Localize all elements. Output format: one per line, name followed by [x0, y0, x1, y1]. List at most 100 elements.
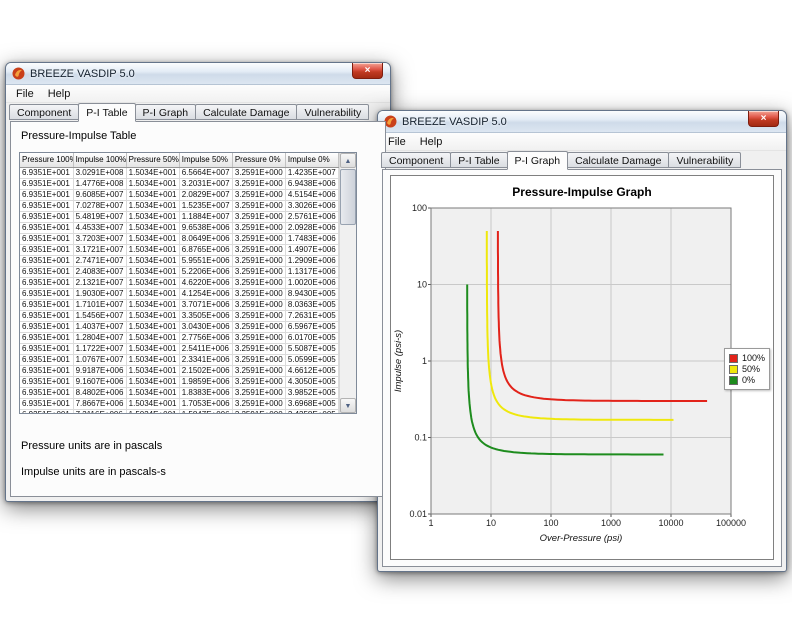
- table-cell: 1.5034E+001: [126, 343, 179, 354]
- table-row[interactable]: 6.9351E+0015.4819E+0071.5034E+0011.1884E…: [20, 211, 339, 222]
- table-cell: 1.8383E+006: [179, 387, 232, 398]
- tab-component[interactable]: Component: [381, 152, 451, 168]
- titlebar[interactable]: BREEZE VASDIP 5.0 ×: [6, 63, 390, 85]
- tab-vulnerability[interactable]: Vulnerability: [296, 104, 369, 120]
- table-cell: 2.0928E+006: [285, 222, 338, 233]
- tab-calculate-damage[interactable]: Calculate Damage: [195, 104, 297, 120]
- table-cell: 6.9351E+001: [20, 266, 73, 277]
- table-cell: 3.2591E+000: [232, 332, 285, 343]
- tab-p-i-graph[interactable]: P-I Graph: [135, 104, 197, 120]
- table-cell: 1.2909E+006: [285, 255, 338, 266]
- table-cell: 9.6538E+006: [179, 222, 232, 233]
- table-cell: 3.7071E+006: [179, 299, 232, 310]
- table-cell: 8.0363E+005: [285, 299, 338, 310]
- table-row[interactable]: 6.9351E+0017.3116E+0061.5034E+0011.5847E…: [20, 409, 339, 414]
- tab-p-i-graph[interactable]: P-I Graph: [507, 151, 569, 170]
- table-row[interactable]: 6.9351E+0019.1607E+0061.5034E+0011.9859E…: [20, 376, 339, 387]
- pi-data-grid[interactable]: Pressure 100%Impulse 100%Pressure 50%Imp…: [20, 153, 339, 414]
- table-row[interactable]: 6.9351E+0011.4776E+0081.5034E+0013.2031E…: [20, 178, 339, 189]
- window-title: BREEZE VASDIP 5.0: [402, 116, 507, 128]
- table-cell: 6.9351E+001: [20, 310, 73, 321]
- table-cell: 1.5034E+001: [126, 178, 179, 189]
- close-button[interactable]: ×: [352, 63, 383, 79]
- column-header[interactable]: Pressure 100%: [20, 153, 73, 167]
- chart-legend: 100%50%0%: [724, 348, 770, 390]
- tab-calculate-damage[interactable]: Calculate Damage: [567, 152, 669, 168]
- table-cell: 2.5761E+006: [285, 211, 338, 222]
- table-cell: 1.4037E+007: [73, 321, 126, 332]
- table-cell: 6.9351E+001: [20, 178, 73, 189]
- table-cell: 1.5034E+001: [126, 244, 179, 255]
- table-cell: 6.9351E+001: [20, 233, 73, 244]
- table-row[interactable]: 6.9351E+0017.0278E+0071.5034E+0011.5235E…: [20, 200, 339, 211]
- table-row[interactable]: 6.9351E+0013.7203E+0071.5034E+0018.0649E…: [20, 233, 339, 244]
- table-row[interactable]: 6.9351E+0011.1722E+0071.5034E+0012.5411E…: [20, 343, 339, 354]
- column-header[interactable]: Impulse 50%: [179, 153, 232, 167]
- table-row[interactable]: 6.9351E+0011.9030E+0071.5034E+0014.1254E…: [20, 288, 339, 299]
- table-row[interactable]: 6.9351E+0011.2804E+0071.5034E+0012.7756E…: [20, 332, 339, 343]
- titlebar[interactable]: BREEZE VASDIP 5.0 ×: [378, 111, 786, 133]
- x-tick-label: 1000: [601, 518, 621, 528]
- table-row[interactable]: 6.9351E+0011.5456E+0071.5034E+0013.3505E…: [20, 310, 339, 321]
- table-row[interactable]: 6.9351E+0013.0291E+0081.5034E+0016.5664E…: [20, 167, 339, 178]
- tab-p-i-table[interactable]: P-I Table: [78, 103, 135, 122]
- vertical-scrollbar[interactable]: ▲ ▼: [339, 153, 356, 413]
- table-row[interactable]: 6.9351E+0012.4083E+0071.5034E+0015.2206E…: [20, 266, 339, 277]
- column-header[interactable]: Pressure 0%: [232, 153, 285, 167]
- table-cell: 6.8765E+006: [179, 244, 232, 255]
- table-cell: 6.9351E+001: [20, 211, 73, 222]
- table-cell: 2.0829E+007: [179, 189, 232, 200]
- table-row[interactable]: 6.9351E+0014.4533E+0071.5034E+0019.6538E…: [20, 222, 339, 233]
- tab-vulnerability[interactable]: Vulnerability: [668, 152, 741, 168]
- table-row[interactable]: 6.9351E+0017.8667E+0061.5034E+0011.7053E…: [20, 398, 339, 409]
- table-row[interactable]: 6.9351E+0012.7471E+0071.5034E+0015.9551E…: [20, 255, 339, 266]
- table-cell: 6.5967E+005: [285, 321, 338, 332]
- table-cell: 3.7203E+007: [73, 233, 126, 244]
- table-cell: 1.5034E+001: [126, 189, 179, 200]
- table-row[interactable]: 6.9351E+0018.4802E+0061.5034E+0011.8383E…: [20, 387, 339, 398]
- menu-bar: FileHelp: [6, 85, 390, 103]
- table-cell: 3.9852E+005: [285, 387, 338, 398]
- table-cell: 6.9351E+001: [20, 200, 73, 211]
- table-cell: 1.7053E+006: [179, 398, 232, 409]
- table-cell: 6.9351E+001: [20, 167, 73, 178]
- menu-help[interactable]: Help: [41, 87, 78, 101]
- tab-component[interactable]: Component: [9, 104, 79, 120]
- table-row[interactable]: 6.9351E+0011.0767E+0071.5034E+0012.3341E…: [20, 354, 339, 365]
- table-cell: 1.5034E+001: [126, 299, 179, 310]
- tab-p-i-table[interactable]: P-I Table: [450, 152, 507, 168]
- table-cell: 1.5034E+001: [126, 277, 179, 288]
- table-cell: 3.2591E+000: [232, 343, 285, 354]
- y-tick-label: 0.01: [409, 509, 427, 519]
- y-axis-title: Impulse (psi-s): [393, 330, 404, 392]
- table-cell: 6.9351E+001: [20, 288, 73, 299]
- close-button[interactable]: ×: [748, 111, 779, 127]
- table-row[interactable]: 6.9351E+0011.7101E+0071.5034E+0013.7071E…: [20, 299, 339, 310]
- table-cell: 3.2591E+000: [232, 233, 285, 244]
- column-header[interactable]: Impulse 0%: [285, 153, 338, 167]
- scroll-thumb[interactable]: [340, 169, 356, 225]
- table-cell: 1.5034E+001: [126, 233, 179, 244]
- table-cell: 7.3116E+006: [73, 409, 126, 414]
- table-cell: 3.2591E+000: [232, 222, 285, 233]
- table-cell: 2.4083E+007: [73, 266, 126, 277]
- table-cell: 1.5034E+001: [126, 222, 179, 233]
- scroll-up-button[interactable]: ▲: [340, 153, 356, 168]
- table-row[interactable]: 6.9351E+0012.1321E+0071.5034E+0014.6220E…: [20, 277, 339, 288]
- table-row[interactable]: 6.9351E+0019.6085E+0071.5034E+0012.0829E…: [20, 189, 339, 200]
- table-row[interactable]: 6.9351E+0019.9187E+0061.5034E+0012.1502E…: [20, 365, 339, 376]
- column-header[interactable]: Impulse 100%: [73, 153, 126, 167]
- menu-file[interactable]: File: [9, 87, 41, 101]
- table-window: BREEZE VASDIP 5.0 × FileHelp ComponentP-…: [5, 62, 391, 502]
- table-cell: 6.5664E+007: [179, 167, 232, 178]
- table-row[interactable]: 6.9351E+0013.1721E+0071.5034E+0016.8765E…: [20, 244, 339, 255]
- column-header[interactable]: Pressure 50%: [126, 153, 179, 167]
- tab-page-pi-table: Pressure-Impulse Table Pressure 100%Impu…: [10, 121, 386, 497]
- scroll-down-button[interactable]: ▼: [340, 398, 356, 413]
- table-row[interactable]: 6.9351E+0011.4037E+0071.5034E+0013.0430E…: [20, 321, 339, 332]
- menu-help[interactable]: Help: [413, 135, 450, 149]
- table-cell: 4.5154E+006: [285, 189, 338, 200]
- legend-label: 0%: [742, 375, 755, 385]
- table-cell: 3.2591E+000: [232, 409, 285, 414]
- table-cell: 2.7471E+007: [73, 255, 126, 266]
